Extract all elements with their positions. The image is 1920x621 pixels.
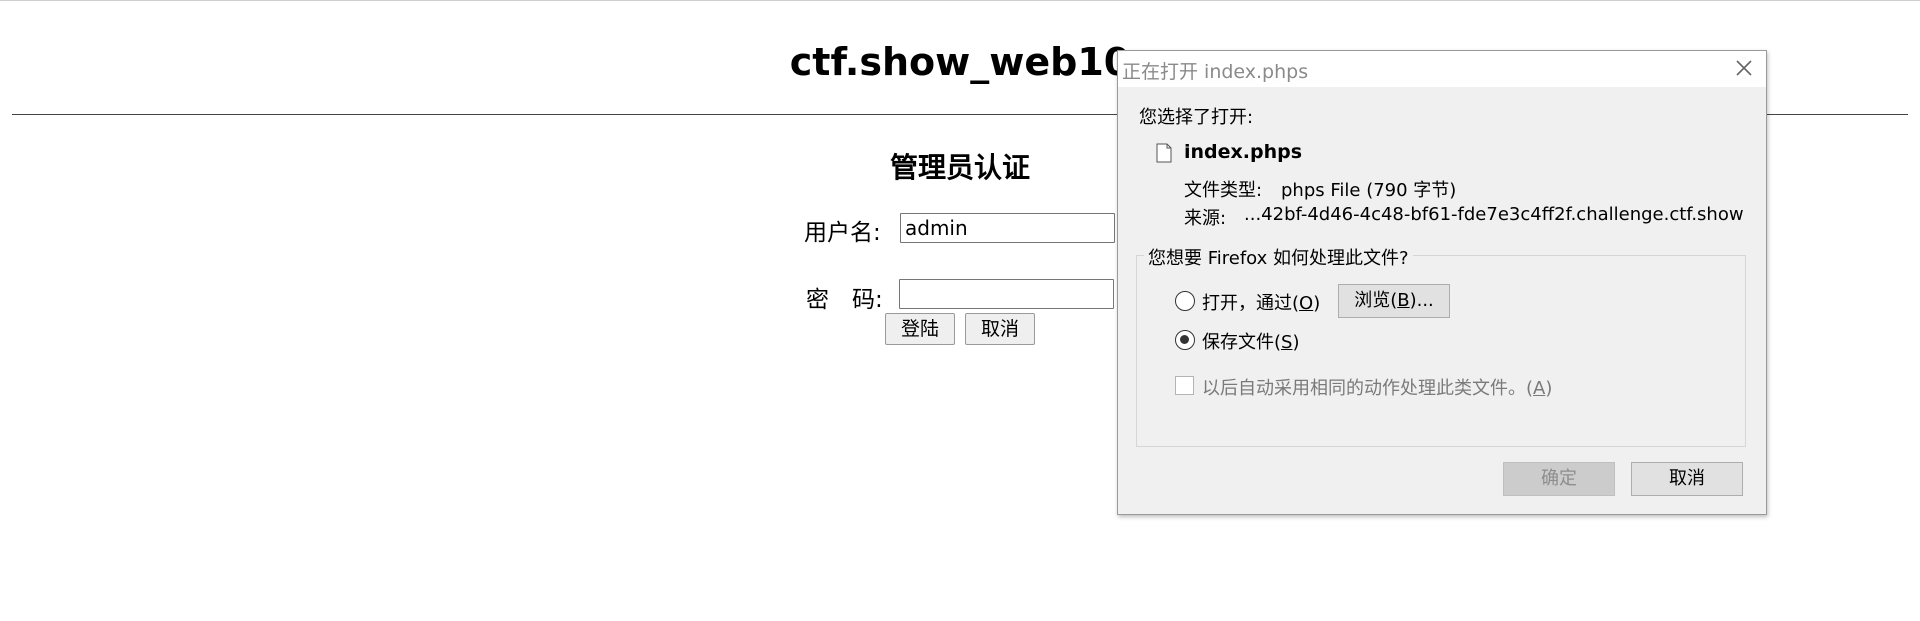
password-label: 密 码:	[806, 287, 883, 313]
dialog-titlebar: 正在打开 index.phps	[1118, 51, 1766, 87]
browse-button[interactable]: 浏览(B)...	[1338, 284, 1450, 318]
file-icon	[1156, 143, 1172, 163]
close-icon[interactable]	[1732, 56, 1756, 80]
file-name: index.phps	[1184, 141, 1303, 163]
source-value: ...42bf-4d46-4c48-bf61-fde7e3c4ff2f.chal…	[1244, 204, 1744, 225]
dialog-cancel-button[interactable]: 取消	[1631, 462, 1743, 496]
open-with-label[interactable]: 打开，通过(O)	[1202, 289, 1320, 315]
dialog-title: 正在打开 index.phps	[1122, 61, 1309, 83]
save-file-radio[interactable]	[1175, 330, 1195, 350]
password-input[interactable]	[899, 279, 1114, 309]
login-button[interactable]: 登陆	[885, 313, 955, 345]
file-type-label: 文件类型:	[1184, 180, 1263, 201]
file-type-value: phps File (790 字节)	[1281, 180, 1457, 201]
remember-choice-label[interactable]: 以后自动采用相同的动作处理此类文件。(A)	[1202, 374, 1552, 400]
open-with-radio[interactable]	[1175, 291, 1195, 311]
browser-top-edge	[0, 0, 1920, 4]
remember-choice-checkbox[interactable]	[1175, 376, 1194, 395]
username-input[interactable]: admin	[900, 213, 1115, 243]
open-file-dialog: 正在打开 index.phps 您选择了打开: index.phps 文件类型:…	[1117, 50, 1767, 515]
source-label: 来源:	[1184, 208, 1227, 229]
action-question: 您想要 Firefox 如何处理此文件?	[1144, 244, 1413, 270]
cancel-button[interactable]: 取消	[965, 313, 1035, 345]
ok-button[interactable]: 确定	[1503, 462, 1615, 496]
radio-selected-dot	[1180, 335, 1189, 344]
username-label: 用户名:	[804, 220, 881, 246]
dialog-intro: 您选择了打开:	[1139, 107, 1254, 128]
save-file-label[interactable]: 保存文件(S)	[1202, 328, 1300, 354]
